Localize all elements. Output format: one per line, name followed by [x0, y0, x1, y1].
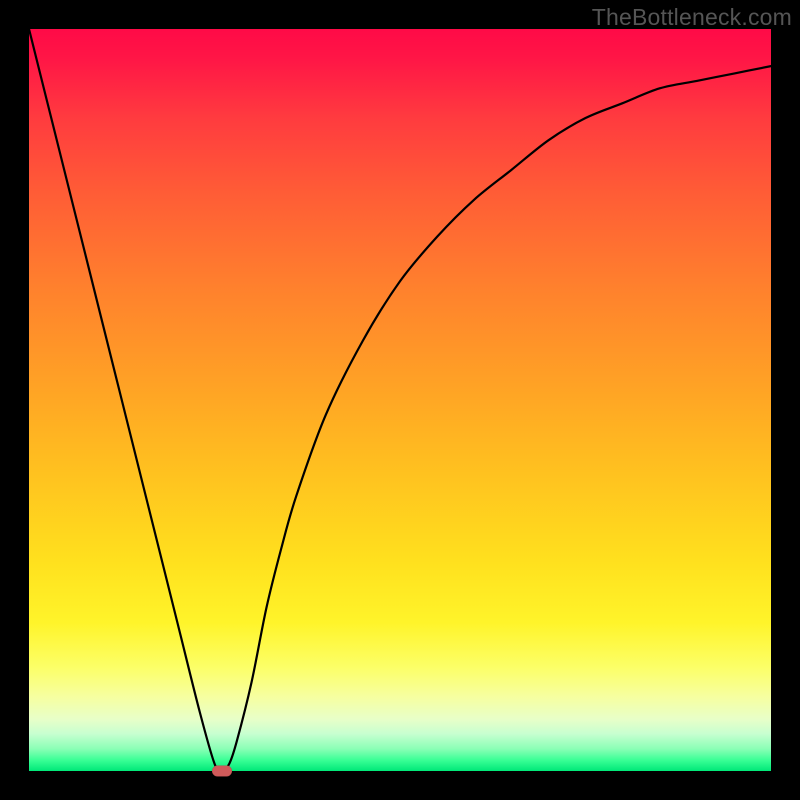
watermark-text: TheBottleneck.com — [592, 4, 792, 31]
min-marker — [212, 766, 232, 777]
bottleneck-curve — [29, 29, 771, 771]
chart-frame: TheBottleneck.com — [0, 0, 800, 800]
plot-area — [29, 29, 771, 771]
